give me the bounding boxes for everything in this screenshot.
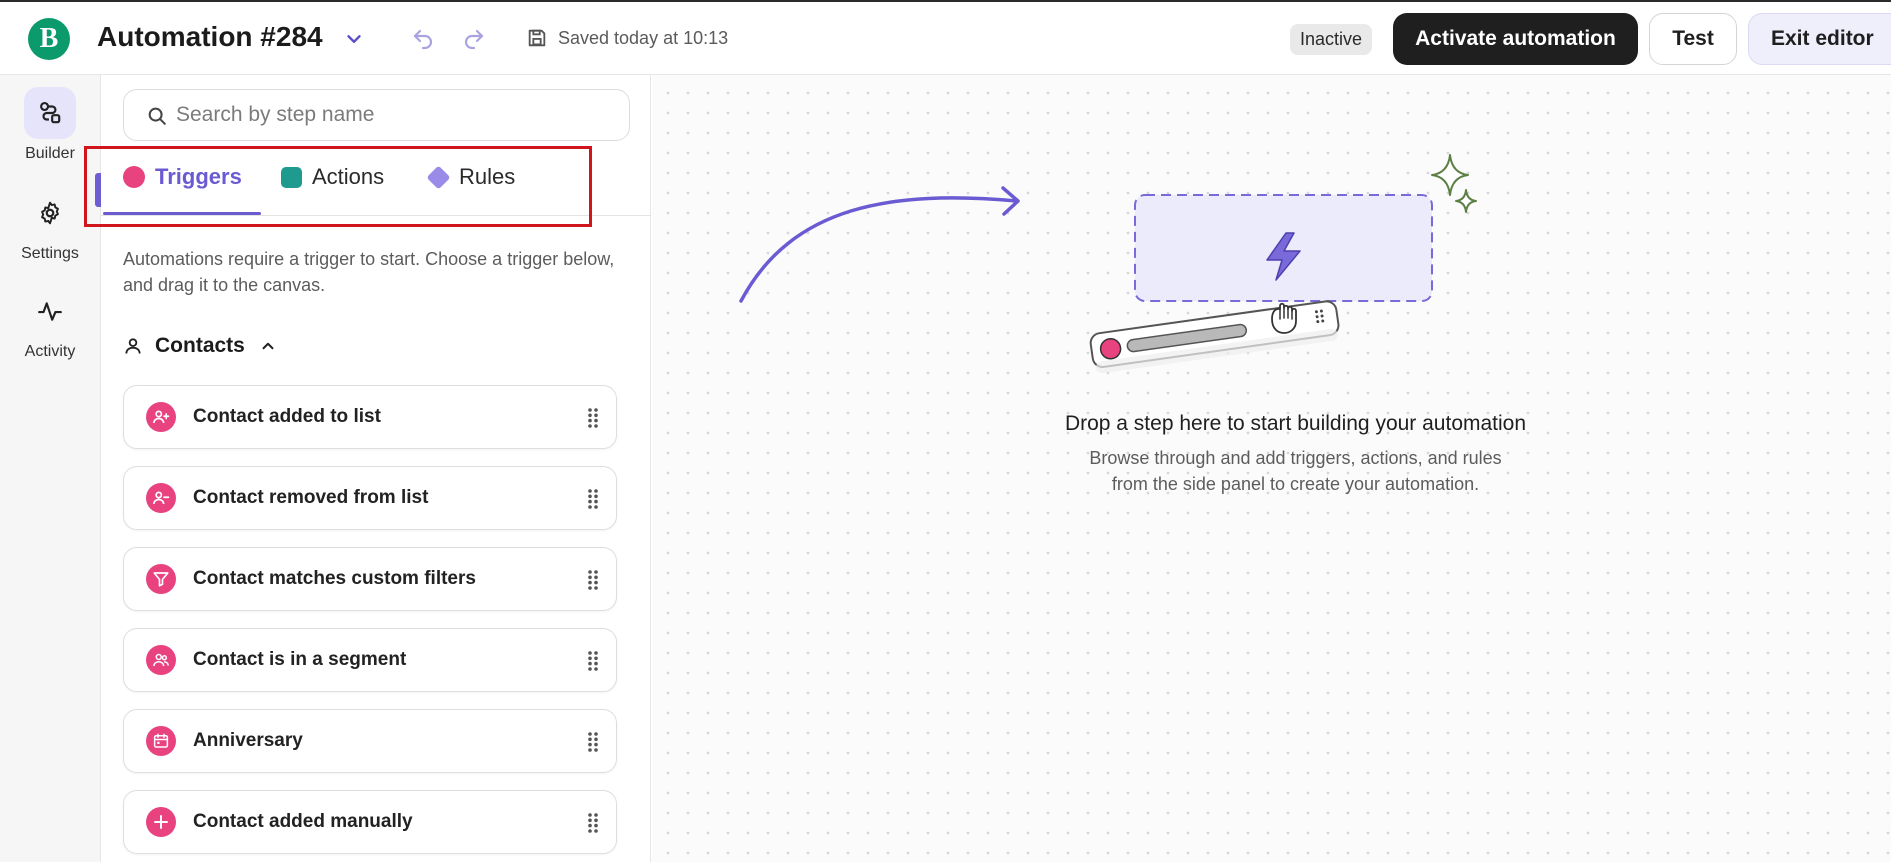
- step-label: Contact is in a segment: [193, 649, 407, 670]
- rail-item-builder[interactable]: Builder: [0, 87, 100, 163]
- status-badge: Inactive: [1290, 24, 1373, 55]
- activate-automation-button[interactable]: Activate automation: [1393, 13, 1638, 65]
- rail-item-label: Settings: [21, 245, 79, 262]
- drag-handle-icon[interactable]: [587, 488, 599, 510]
- rail-item-label: Activity: [24, 343, 76, 360]
- top-bar: B Automation #284 Saved today at 10:13 I…: [0, 0, 1891, 75]
- action-square-icon: [281, 167, 302, 188]
- brand-logo[interactable]: B: [28, 18, 70, 60]
- drag-handle-icon[interactable]: [587, 731, 599, 753]
- drop-illustration: [739, 154, 1477, 374]
- user-plus-icon: [146, 402, 176, 432]
- tab-label: Actions: [312, 164, 385, 189]
- step-label: Contact matches custom filters: [193, 568, 476, 589]
- tab-actions[interactable]: Actions: [281, 165, 384, 213]
- builder-icon: [40, 101, 61, 124]
- plus-icon: [146, 807, 176, 837]
- rail-item-label: Builder: [25, 145, 75, 162]
- user-icon: [125, 338, 141, 354]
- trigger-dot-icon: [123, 166, 145, 188]
- curved-arrow-icon: [739, 196, 1019, 303]
- tab-label: Triggers: [155, 164, 242, 189]
- rule-diamond-icon: [426, 165, 451, 190]
- rail-icon-container: [24, 87, 76, 139]
- users-icon: [146, 645, 176, 675]
- drop-subtitle-line: Browse through and add triggers, actions…: [1089, 448, 1502, 468]
- drag-handle-icon[interactable]: [587, 812, 599, 834]
- step-label: Contact removed from list: [193, 487, 429, 508]
- tab-label: Rules: [459, 164, 516, 189]
- sparkle-icon: [1431, 154, 1469, 196]
- step-label: Contact added manually: [193, 811, 413, 832]
- drag-handle-icon[interactable]: [587, 650, 599, 672]
- rail-icon-container: [24, 187, 76, 239]
- rail-item-settings[interactable]: Settings: [0, 187, 100, 263]
- chevron-down-icon[interactable]: [343, 28, 365, 50]
- filter-icon: [146, 564, 176, 594]
- step-card-contact-removed-from-list[interactable]: Contact removed from list: [123, 466, 617, 530]
- tab-rules[interactable]: Rules: [426, 164, 516, 213]
- drag-handle-icon[interactable]: [587, 407, 599, 429]
- rail-item-activity[interactable]: Activity: [0, 285, 100, 361]
- section-title: Contacts: [155, 334, 245, 357]
- test-button[interactable]: Test: [1649, 13, 1737, 65]
- drag-handle-icon[interactable]: [587, 569, 599, 591]
- exit-editor-button[interactable]: Exit editor: [1748, 13, 1891, 65]
- step-library-panel: Triggers Actions Rules Automations requi…: [101, 75, 651, 862]
- calendar-icon: [146, 726, 176, 756]
- chevron-up-icon[interactable]: [259, 337, 277, 355]
- gear-icon: [41, 201, 59, 225]
- step-type-tabs: Triggers Actions Rules: [101, 75, 651, 218]
- drop-subtitle-line: from the side panel to create your autom…: [1111, 474, 1480, 494]
- activity-icon: [38, 302, 62, 321]
- automation-canvas[interactable]: Drop a step here to start building your …: [652, 75, 1891, 862]
- dragged-step-card: [1089, 300, 1340, 374]
- trigger-instructions: Automations require a trigger to start. …: [123, 249, 615, 295]
- left-rail: Builder Settings Activity: [0, 75, 101, 862]
- step-card-anniversary[interactable]: Anniversary: [123, 709, 617, 773]
- contacts-section-header[interactable]: Contacts: [123, 332, 277, 360]
- rail-icon-container: [24, 285, 76, 337]
- step-card-contact-is-in-a-segment[interactable]: Contact is in a segment: [123, 628, 617, 692]
- drop-title: Drop a step here to start building your …: [1064, 412, 1527, 435]
- tabs-divider: [101, 215, 651, 216]
- saved-status: Saved today at 10:13: [558, 28, 729, 48]
- floppy-disk-icon: [528, 29, 546, 47]
- step-label: Contact added to list: [193, 406, 381, 427]
- drop-subtitle: Browse through and add triggers, actions…: [652, 445, 1891, 497]
- undo-icon[interactable]: [411, 27, 435, 51]
- tab-triggers[interactable]: Triggers: [123, 165, 242, 213]
- step-label: Anniversary: [193, 730, 303, 751]
- step-card-contact-added-to-list[interactable]: Contact added to list: [123, 385, 617, 449]
- step-card-contact-matches-custom-filters[interactable]: Contact matches custom filters: [123, 547, 617, 611]
- step-card-contact-added-manually[interactable]: Contact added manually: [123, 790, 617, 854]
- automation-title[interactable]: Automation #284: [97, 21, 323, 53]
- user-minus-icon: [146, 483, 176, 513]
- redo-icon[interactable]: [462, 27, 486, 51]
